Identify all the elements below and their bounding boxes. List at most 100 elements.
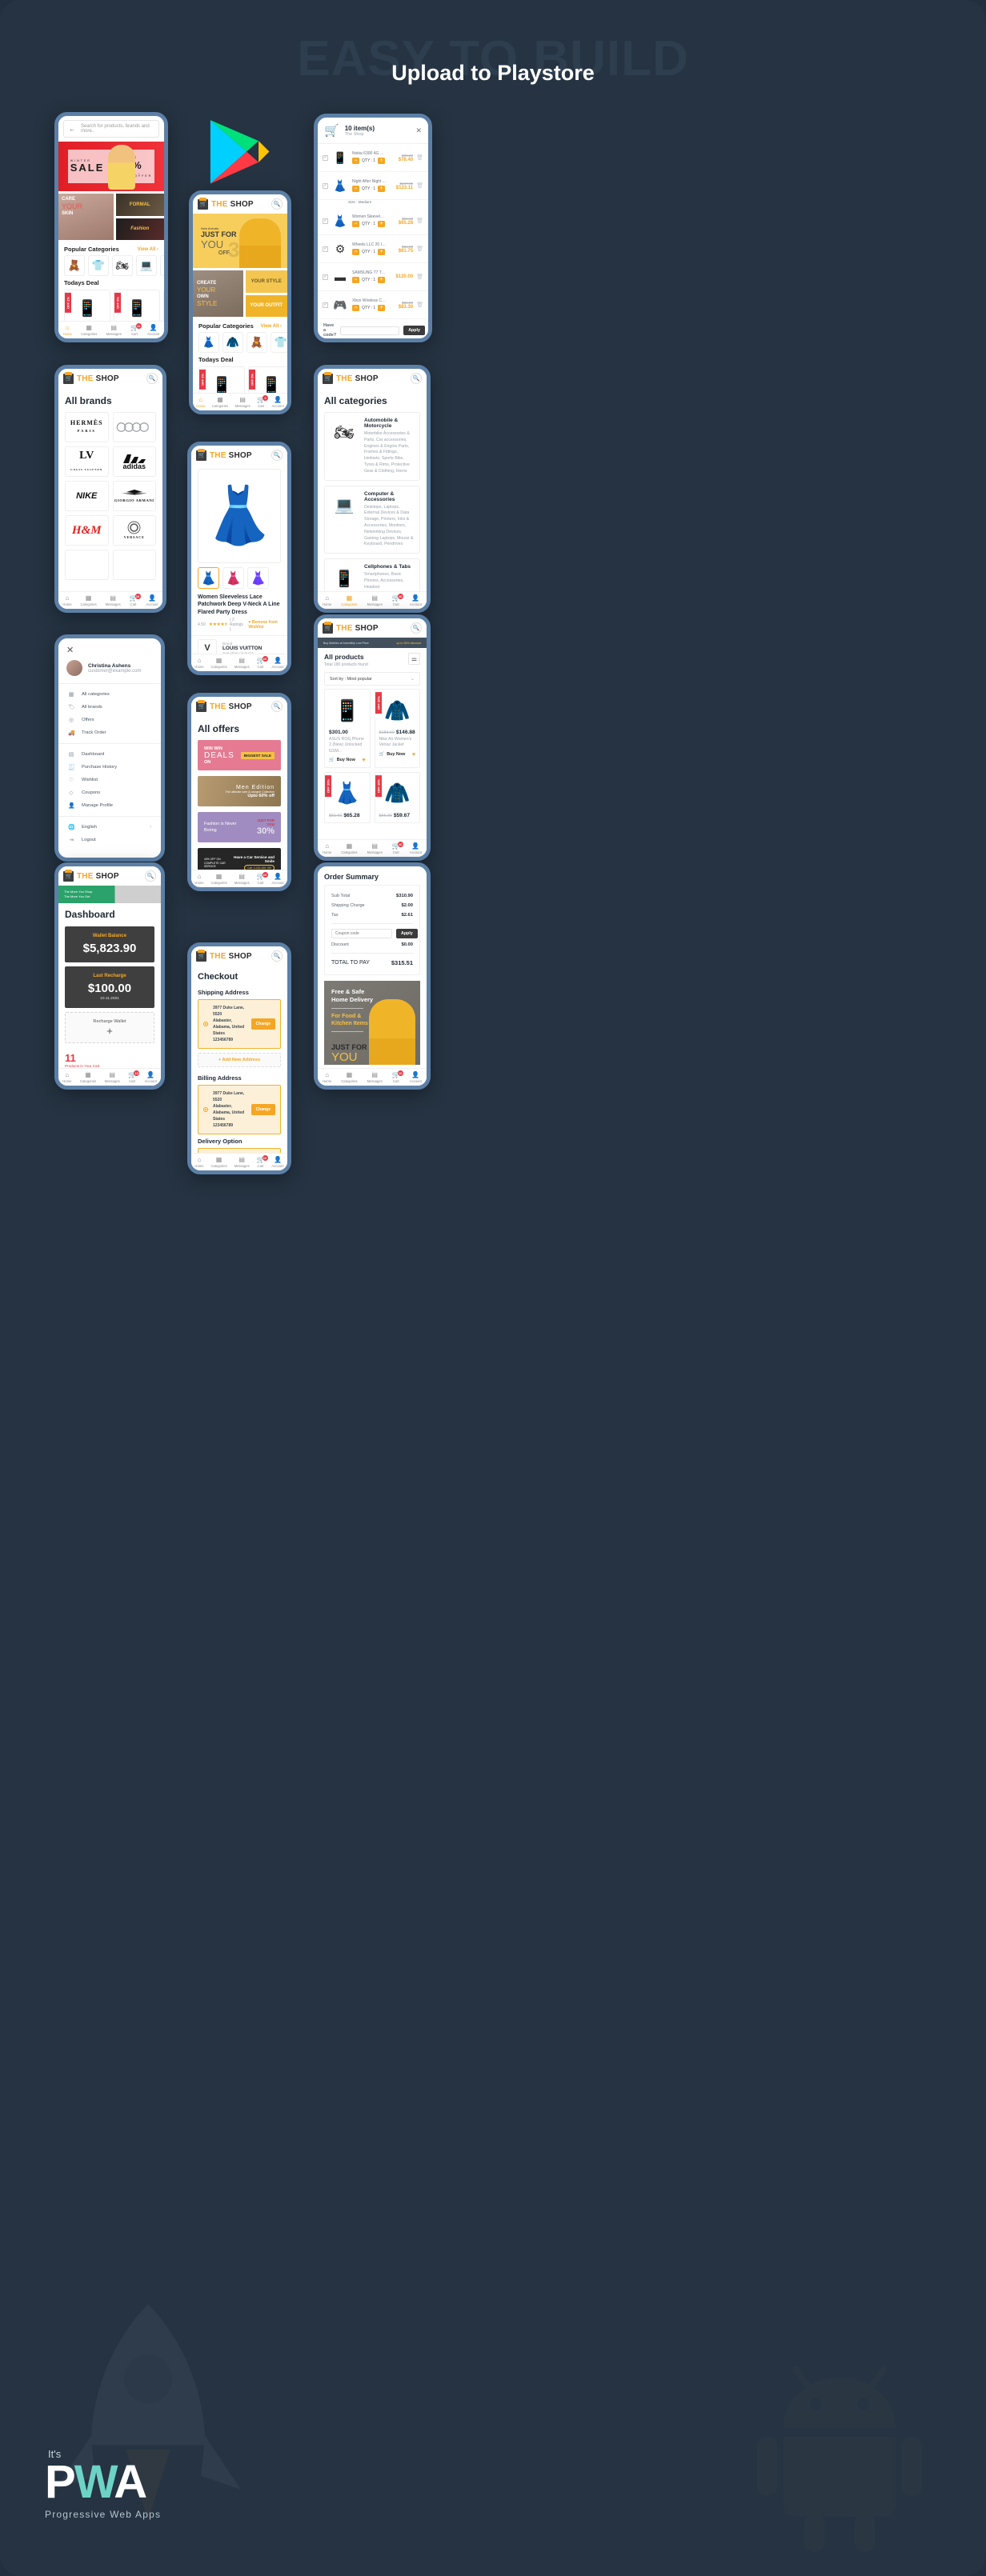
- nav-home[interactable]: ⌂ Home: [323, 594, 331, 606]
- nav-account[interactable]: 👤 Account: [271, 873, 283, 885]
- bottom-nav[interactable]: ⌂ Home ▦ Categories ▤ Messages 🛒 10 Cart 👤 Acc…: [318, 1068, 427, 1086]
- variant-thumb-red[interactable]: 👗: [198, 567, 219, 589]
- nav-categories[interactable]: ▦ Categories: [341, 594, 357, 606]
- item-checkbox[interactable]: ✓: [323, 274, 328, 280]
- nav-cart[interactable]: 🛒 10 Cart: [392, 841, 403, 854]
- bottom-nav[interactable]: ⌂ Home ▦ Categories ▤ Messages 🛒 10 Cart 👤 Acc…: [191, 654, 287, 671]
- qty-increment[interactable]: +: [378, 186, 386, 192]
- category-strip[interactable]: 👗 🧥 🧸 👕 🏍: [193, 332, 287, 353]
- tile-fashion-accessories[interactable]: Fashion: [115, 218, 164, 240]
- nav-home[interactable]: ⌂ Home: [323, 1071, 331, 1083]
- search-icon[interactable]: 🔍: [145, 870, 156, 882]
- menu-logout[interactable]: ⇥ Logout: [58, 834, 161, 846]
- qty-decrement[interactable]: −: [352, 186, 359, 192]
- recharge-wallet-button[interactable]: Recharge Wallet +: [65, 1012, 154, 1043]
- menu-coupons[interactable]: ◇ Coupons: [58, 786, 161, 799]
- banner-just-for-you[interactable]: New Arrivals JUST FOR YOU OFF 30%: [193, 214, 287, 268]
- nav-cart[interactable]: 🛒 10 Cart: [257, 1154, 268, 1168]
- nav-messages[interactable]: ▤ Messages: [235, 396, 251, 408]
- category-card[interactable]: 👗: [198, 332, 219, 353]
- item-checkbox[interactable]: ✓: [323, 154, 328, 161]
- nav-messages[interactable]: ▤ Messages: [106, 324, 122, 336]
- nav-messages[interactable]: ▤ Messages: [367, 842, 383, 854]
- bottom-nav[interactable]: ⌂ Home ▦ Categories ▤ Messages 🛒 11 Cart 👤 Acc…: [58, 321, 164, 338]
- qty-increment[interactable]: +: [378, 249, 386, 255]
- nav-account[interactable]: 👤 Account: [146, 594, 158, 606]
- menu-manage-profile[interactable]: 👤 Manage Profile: [58, 799, 161, 812]
- offer-banner[interactable]: WIN WIN DEALS ON BIGGEST SALE: [198, 740, 281, 770]
- close-icon[interactable]: ✕: [415, 126, 422, 135]
- brand-cell[interactable]: adidas: [112, 446, 156, 477]
- variant-thumb-yellow[interactable]: 👗: [247, 567, 269, 589]
- menu-track-order[interactable]: 🚚 Track Order: [58, 726, 161, 739]
- brand-cell[interactable]: [112, 412, 156, 442]
- cart-row[interactable]: ✓ 👗 Night After Night ... − QTY : 1 + $1…: [318, 172, 428, 200]
- nav-home[interactable]: ⌂ Home: [323, 842, 331, 854]
- delete-icon[interactable]: 🗑: [416, 154, 423, 161]
- search-icon[interactable]: 🔍: [411, 622, 422, 634]
- brand-cell[interactable]: [112, 550, 156, 580]
- qty-increment[interactable]: +: [378, 277, 386, 283]
- qty-increment[interactable]: +: [378, 305, 386, 311]
- menu-offers[interactable]: ◎ Offers: [58, 714, 161, 726]
- search-icon[interactable]: 🔍: [271, 701, 283, 712]
- qty-decrement[interactable]: −: [352, 305, 359, 311]
- billing-address-card[interactable]: 3977 Duke Lane, 5520 Alabaster, Alabama,…: [198, 1085, 281, 1134]
- qty-increment[interactable]: +: [378, 221, 386, 227]
- coupon-input[interactable]: [331, 929, 392, 938]
- bottom-nav[interactable]: ⌂ Home ▦ Categories ▤ Messages 🛒 10 Cart 👤 Acc…: [191, 1153, 287, 1170]
- nav-categories[interactable]: ▦ Categories: [210, 1156, 226, 1168]
- search-input[interactable]: Search for products, brands and more..: [81, 124, 154, 134]
- view-all-link[interactable]: View All ›: [261, 324, 282, 329]
- shipping-address-card[interactable]: 3977 Duke Lane, 5520 Alabaster, Alabama,…: [198, 999, 281, 1049]
- brand-cell[interactable]: VERSACE: [112, 515, 156, 546]
- radio-selected[interactable]: [203, 1022, 208, 1026]
- nav-categories[interactable]: ▦ Categories: [80, 1071, 96, 1083]
- item-checkbox[interactable]: ✓: [323, 246, 328, 252]
- back-arrow-icon[interactable]: ←: [69, 126, 75, 133]
- bottom-nav[interactable]: ⌂ Home ▦ Categories ▤ Messages 🛒 10 Cart 👤 Acc…: [58, 1068, 161, 1086]
- nav-cart[interactable]: 🛒 10 Cart: [392, 593, 403, 606]
- nav-categories[interactable]: ▦ Categories: [80, 594, 96, 606]
- buy-now-button[interactable]: Buy Now: [337, 758, 355, 762]
- qty-decrement[interactable]: −: [352, 221, 359, 227]
- offer-banner[interactable]: Men Edition The ultimate care & cologne …: [198, 776, 281, 806]
- coupon-input[interactable]: [340, 326, 400, 335]
- nav-home[interactable]: ⌂ Home: [63, 324, 72, 336]
- category-card[interactable]: 💻: [136, 255, 157, 276]
- bottom-nav[interactable]: ⌂ Home ▦ Categories ▤ Messages 🛒 0 Cart 👤 Acco…: [193, 393, 287, 410]
- tile-your-style[interactable]: YOUR STYLE: [245, 270, 287, 293]
- nav-messages[interactable]: ▤ Messages: [367, 1071, 383, 1083]
- nav-account[interactable]: 👤 Account: [410, 842, 422, 854]
- brand-cell[interactable]: [65, 550, 109, 580]
- item-checkbox[interactable]: ✓: [323, 182, 328, 189]
- category-card[interactable]: 🧸: [246, 332, 267, 353]
- variant-thumbs[interactable]: 👗 👗 👗: [191, 567, 287, 589]
- product-card[interactable]: OFF 10% 🧥 $66.30 $59.67: [374, 771, 420, 823]
- search-icon[interactable]: 🔍: [271, 450, 283, 461]
- brand-cell[interactable]: HERMÈS PARIS: [65, 412, 109, 442]
- nav-messages[interactable]: ▤ Messages: [234, 657, 250, 669]
- search-bar[interactable]: ← Search for products, brands and more..: [63, 120, 159, 138]
- brand-cell[interactable]: GIORGIO ARMANI: [112, 481, 156, 511]
- delete-icon[interactable]: 🗑: [416, 218, 423, 224]
- menu-dashboard[interactable]: ▤ Dashboard: [58, 748, 161, 761]
- delivery-promo-banner[interactable]: Free & Safe Home Delivery For Food & Kit…: [324, 981, 420, 1065]
- nav-cart[interactable]: 🛒 11 Cart: [130, 322, 142, 336]
- category-card[interactable]: 👕: [88, 255, 109, 276]
- category-row[interactable]: 💻 Computer & Accessories Desktops, Lapto…: [324, 485, 420, 554]
- close-icon[interactable]: ✕: [58, 638, 161, 658]
- buy-now-button[interactable]: Buy Now: [387, 752, 405, 757]
- item-checkbox[interactable]: ✓: [323, 302, 328, 308]
- nav-categories[interactable]: ▦ Categories: [210, 873, 226, 885]
- menu-all-categories[interactable]: ▦ All categories: [58, 688, 161, 701]
- nav-cart[interactable]: 🛒 10 Cart: [128, 1070, 140, 1083]
- view-all-link[interactable]: View All ›: [138, 247, 158, 252]
- nav-messages[interactable]: ▤ Messages: [106, 594, 121, 606]
- cart-row[interactable]: ✓ ▬ SAMSUNG T7 Tou... − QTY : 1 + $120.0…: [318, 263, 428, 291]
- nav-home[interactable]: ⌂ Home: [196, 396, 205, 408]
- product-card[interactable]: OFF 20% 🧥 $183.60 $146.88 Nike Air Women…: [374, 689, 420, 768]
- category-list[interactable]: 🏍 Automobile & Motorcycle Motorbike Acce…: [318, 412, 427, 599]
- tile-formal-outfits[interactable]: FORMAL: [115, 194, 164, 216]
- bottom-nav[interactable]: ⌂ Home ▦ Categories ▤ Messages 🛒 10 Cart 👤 Acc…: [318, 839, 427, 857]
